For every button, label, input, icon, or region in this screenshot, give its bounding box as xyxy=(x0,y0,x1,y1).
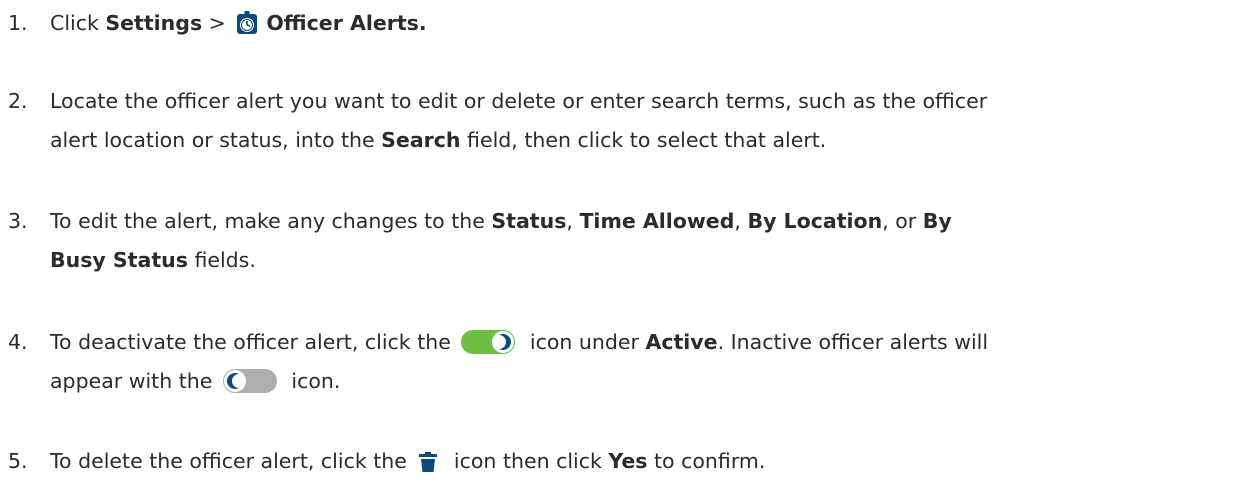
step-text: fields. xyxy=(187,248,256,272)
step-1: 1. Click Settings > Officer Alerts. xyxy=(8,4,1238,43)
step-text: icon. xyxy=(284,369,341,393)
trash-icon xyxy=(417,447,439,472)
step-text: To deactivate the officer alert, click t… xyxy=(50,330,458,354)
step-text: icon under xyxy=(523,330,646,354)
status-label: Status xyxy=(491,209,567,233)
step-text: alert location or status, into the xyxy=(50,128,382,152)
step-3: 3. To edit the alert, make any changes to… xyxy=(8,202,1238,280)
yes-label: Yes xyxy=(608,449,648,473)
time-allowed-label: Time Allowed xyxy=(579,209,735,233)
step-text: field, then click to select that alert. xyxy=(460,128,827,152)
search-label: Search xyxy=(381,128,461,152)
by-busy-status-label-part2: Busy Status xyxy=(50,248,188,272)
toggle-active-icon xyxy=(461,330,516,354)
step-text: Click xyxy=(50,11,106,35)
step-2: 2. Locate the officer alert you want to e… xyxy=(8,82,1238,160)
active-label: Active xyxy=(645,330,718,354)
settings-label: Settings xyxy=(105,11,203,35)
step-text: , xyxy=(566,209,580,233)
step-number: 4. xyxy=(8,330,28,354)
step-text: To delete the officer alert, click the xyxy=(50,449,414,473)
step-text: > xyxy=(202,11,233,35)
by-busy-status-label-part1: By xyxy=(922,209,952,233)
step-number: 1. xyxy=(8,11,28,35)
instruction-steps: 1. Click Settings > Officer Alerts. 2. Loc… xyxy=(0,0,1249,483)
step-number: 3. xyxy=(8,209,28,233)
step-text: appear with the xyxy=(50,369,219,393)
step-5: 5. To delete the officer alert, click the… xyxy=(8,442,1238,481)
step-text: . Inactive officer alerts will xyxy=(717,330,989,354)
step-number: 5. xyxy=(8,449,28,473)
step-text: To edit the alert, make any changes to t… xyxy=(50,209,492,233)
step-text: to confirm. xyxy=(647,449,766,473)
officer-alerts-label: Officer Alerts. xyxy=(266,11,427,35)
step-text: icon then click xyxy=(447,449,609,473)
toggle-inactive-icon xyxy=(222,369,277,393)
step-4: 4. To deactivate the officer alert, click… xyxy=(8,323,1238,401)
stopwatch-icon xyxy=(236,9,258,34)
by-location-label: By Location xyxy=(747,209,883,233)
step-number: 2. xyxy=(8,89,28,113)
step-text: , xyxy=(734,209,748,233)
step-text: , or xyxy=(882,209,923,233)
step-text: Locate the officer alert you want to edi… xyxy=(50,89,988,113)
